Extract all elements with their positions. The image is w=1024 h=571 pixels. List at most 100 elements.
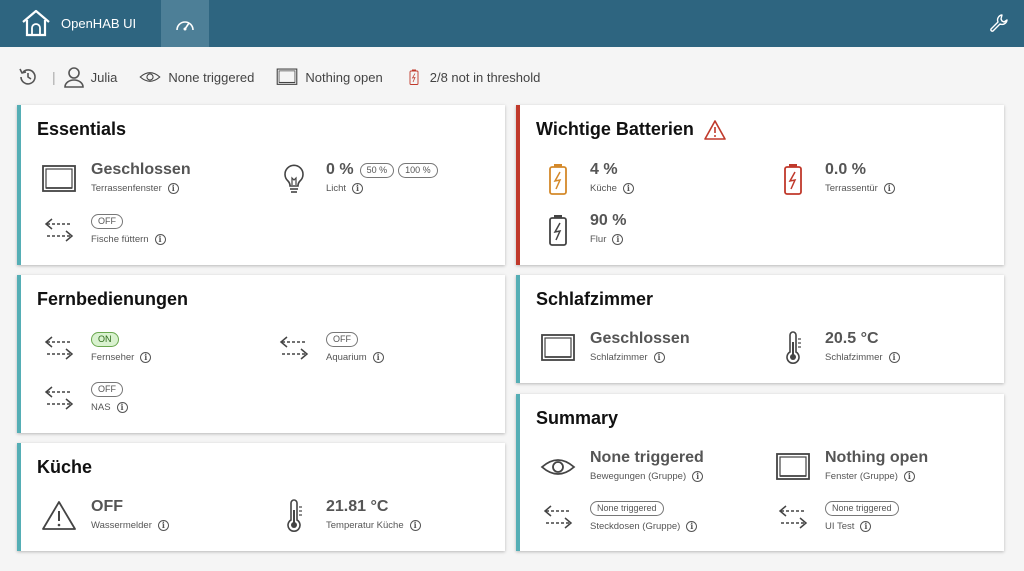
status-pill[interactable]: None triggered (590, 501, 664, 516)
status-windows[interactable]: Nothing open (276, 66, 383, 88)
toggle-fernseher[interactable]: ON (91, 332, 119, 347)
item-kueche-temp[interactable]: 21.81 °C Temperatur Küche i (276, 498, 506, 542)
toggle-fische[interactable]: OFF (91, 214, 123, 229)
preset-50-button[interactable]: 50 % (359, 162, 395, 178)
item-wassermelder[interactable]: OFF Wassermelder i (41, 498, 271, 542)
thermometer-icon (775, 330, 811, 366)
user-name: Julia (90, 69, 118, 85)
card-essentials: Essentials Geschlossen Terrassenfenster i… (17, 105, 505, 265)
info-icon[interactable]: i (157, 520, 169, 531)
item-licht[interactable]: 0 % 50 % 100 % Licht i (276, 161, 506, 205)
info-icon[interactable]: i (116, 402, 128, 413)
card-title: Wichtige Batterien (536, 119, 726, 140)
info-icon[interactable]: i (167, 183, 179, 194)
preset-100-button[interactable]: 100 % (398, 162, 438, 178)
item-terrassenfenster[interactable]: Geschlossen Terrassenfenster i (41, 161, 271, 205)
warning-icon (41, 498, 77, 534)
item-steckdosen[interactable]: None triggered Steckdosen (Gruppe) i (540, 499, 770, 543)
item-label: Fische füttern (91, 234, 149, 245)
item-value: 0.0 % (825, 161, 866, 178)
windows-text: Nothing open (305, 69, 383, 85)
card-title-text: Wichtige Batterien (536, 119, 694, 139)
item-value: 0 % (326, 161, 354, 178)
item-label: Fernseher (91, 352, 135, 363)
item-batt-kueche[interactable]: 4 % Küche i (540, 161, 770, 205)
brand-link[interactable]: OpenHAB UI (20, 8, 136, 38)
battery-alert-icon (405, 65, 423, 89)
info-icon[interactable]: i (154, 234, 166, 245)
info-icon[interactable]: i (409, 520, 421, 531)
item-label: Terrassenfenster (91, 183, 162, 194)
item-label: NAS (91, 402, 111, 413)
info-icon[interactable]: i (692, 471, 704, 482)
info-icon[interactable]: i (140, 352, 152, 363)
card-title: Fernbedienungen (37, 289, 189, 309)
battery-icon (775, 161, 811, 197)
item-value: Nothing open (825, 449, 929, 466)
item-schlafzimmer-fenster[interactable]: Geschlossen Schlafzimmer i (540, 330, 770, 374)
top-bar: OpenHAB UI (0, 0, 1024, 47)
info-icon[interactable]: i (686, 521, 698, 532)
item-fernseher[interactable]: ON Fernseher i (41, 330, 271, 374)
window-icon (775, 449, 811, 485)
item-batt-terrasse[interactable]: 0.0 % Terrassentür i (775, 161, 1005, 205)
info-icon[interactable]: i (622, 183, 634, 194)
info-icon[interactable]: i (653, 352, 665, 363)
info-icon[interactable]: i (372, 352, 384, 363)
settings-button[interactable] (988, 12, 1010, 34)
item-label: Wassermelder (91, 520, 152, 531)
card-title: Essentials (37, 119, 127, 139)
toggle-nas[interactable]: OFF (91, 382, 123, 397)
gauge-icon (176, 20, 194, 30)
motion-text: None triggered (168, 69, 255, 85)
item-ui-test[interactable]: None triggered UI Test i (775, 499, 1005, 543)
item-fische[interactable]: OFF Fische füttern i (41, 212, 271, 256)
item-aquarium[interactable]: OFF Aquarium i (276, 330, 506, 374)
card-kueche: Küche OFF Wassermelder i 21.81 °C Tempera… (17, 443, 505, 551)
battery-icon (540, 161, 576, 197)
info-icon[interactable]: i (883, 183, 895, 194)
switch-arrows-icon (276, 330, 312, 366)
info-icon[interactable]: i (888, 352, 900, 363)
item-value: 4 % (590, 161, 618, 178)
item-nas[interactable]: OFF NAS i (41, 380, 271, 424)
card-schlafzimmer: Schlafzimmer Geschlossen Schlafzimmer i 2… (516, 275, 1004, 383)
item-batt-flur[interactable]: 90 % Flur i (540, 212, 770, 256)
card-summary: Summary None triggered Bewegungen (Grupp… (516, 394, 1004, 551)
window-icon (41, 161, 77, 197)
item-value: Geschlossen (91, 161, 191, 178)
dashboard-tab[interactable] (161, 0, 209, 47)
user-icon (63, 67, 84, 88)
card-title: Küche (37, 457, 93, 477)
item-schlafzimmer-temp[interactable]: 20.5 °C Schlafzimmer i (775, 330, 1005, 374)
info-icon[interactable]: i (903, 471, 915, 482)
item-fenster-gruppe[interactable]: Nothing open Fenster (Gruppe) i (775, 449, 1005, 493)
warning-icon (704, 119, 726, 140)
home-icon (22, 9, 50, 37)
history-button[interactable] (17, 66, 46, 88)
item-label: Schlafzimmer (590, 352, 648, 363)
item-label: Bewegungen (Gruppe) (590, 471, 687, 482)
card-title: Summary (536, 408, 619, 428)
card-fernbedienungen: Fernbedienungen ON Fernseher i OFF Aquari… (17, 275, 505, 433)
wrench-icon (990, 14, 1008, 32)
status-pill[interactable]: None triggered (825, 501, 899, 516)
switch-arrows-icon (41, 212, 77, 248)
toggle-aquarium[interactable]: OFF (326, 332, 358, 347)
status-batteries[interactable]: 2/8 not in threshold (405, 65, 540, 89)
info-icon[interactable]: i (860, 521, 872, 532)
history-icon (19, 68, 36, 85)
status-bar: | Julia None triggered Nothing open 2/8 … (17, 64, 562, 90)
item-bewegungen[interactable]: None triggered Bewegungen (Gruppe) i (540, 449, 770, 493)
item-label: Küche (590, 183, 617, 194)
brand-title: OpenHAB UI (61, 15, 137, 31)
status-user[interactable]: Julia (63, 66, 118, 88)
item-value: 21.81 °C (326, 498, 389, 515)
item-value: 90 % (590, 212, 627, 229)
card-batterien: Wichtige Batterien 4 % Küche i 0.0 % Terr… (516, 105, 1004, 265)
separator: | (52, 69, 56, 85)
switch-arrows-icon (775, 499, 811, 535)
status-motion[interactable]: None triggered (139, 66, 254, 88)
info-icon[interactable]: i (352, 183, 364, 194)
info-icon[interactable]: i (612, 234, 624, 245)
